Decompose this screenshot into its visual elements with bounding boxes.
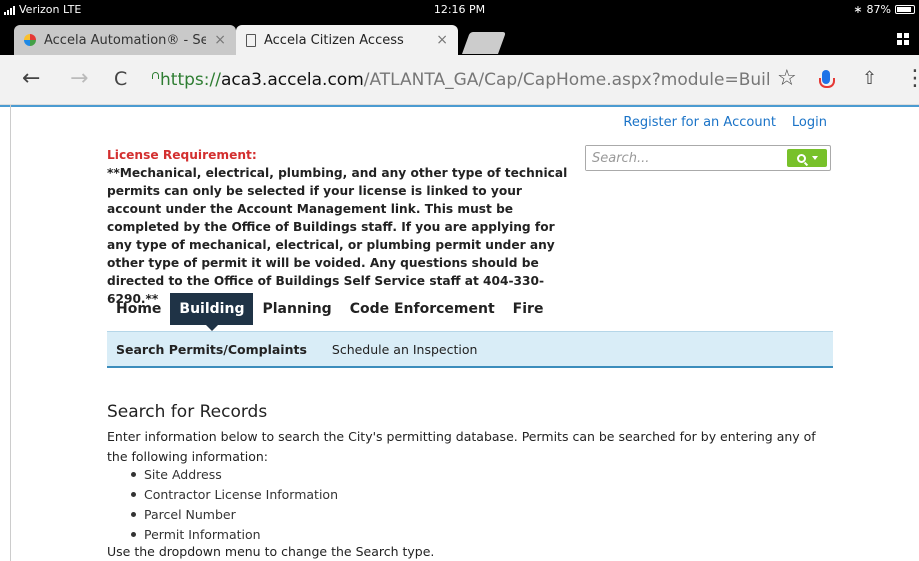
main-nav: Home Building Planning Code Enforcement … [107,293,553,331]
back-icon[interactable]: ← [22,67,40,91]
tab-switcher-icon[interactable] [897,33,909,45]
outro-text: Use the dropdown menu to change the Sear… [107,544,435,559]
microphone-icon[interactable] [819,70,835,88]
list-item: Contractor License Information [131,485,338,505]
close-icon[interactable]: × [436,32,448,48]
new-tab-button[interactable] [461,32,507,54]
document-icon [246,33,256,47]
register-link[interactable]: Register for an Account [623,115,776,130]
tab-strip: Accela Automation® - Secur × Accela Citi… [0,20,919,55]
reload-icon[interactable]: C [114,67,127,91]
search-criteria-list: Site Address Contractor License Informat… [131,465,338,545]
global-search [585,145,831,171]
page-title: Search for Records [107,402,268,422]
forward-icon[interactable]: → [70,67,88,91]
clock: 12:16 PM [433,3,486,16]
browser-toolbar: ← → C https://aca3.accela.com/ATLANTA_GA… [0,55,919,105]
list-item: Permit Information [131,525,338,545]
battery-percent: 87% [866,3,891,16]
subnav-schedule-inspection[interactable]: Schedule an Inspection [332,342,478,357]
page-left-border [10,105,11,561]
tab-title: Accela Automation® - Secur [44,32,207,48]
status-right: ∗ 87% [853,3,915,16]
search-button[interactable] [787,149,827,167]
accela-favicon-icon [24,34,36,46]
license-notice: License Requirement: **Mechanical, elect… [107,146,577,308]
bluetooth-icon: ∗ [853,3,863,16]
nav-fire[interactable]: Fire [504,293,553,325]
address-bar[interactable]: https://aca3.accela.com/ATLANTA_GA/Cap/C… [150,63,770,97]
tab-accela-citizen-access[interactable]: Accela Citizen Access × [236,25,458,55]
menu-icon[interactable]: ⋮ [904,67,919,91]
header-links: Register for an Account Login [623,115,827,130]
subnav-search-permits[interactable]: Search Permits/Complaints [116,342,307,357]
star-icon[interactable]: ☆ [777,67,797,91]
caret-down-icon [811,156,818,160]
nav-home[interactable]: Home [107,293,170,325]
notice-title: License Requirement: [107,148,257,162]
nav-code-enforcement[interactable]: Code Enforcement [341,293,504,325]
status-bar: Verizon LTE 12:16 PM ∗ 87% [0,0,919,20]
search-icon [796,153,806,163]
battery-fill [897,7,911,12]
nav-planning[interactable]: Planning [253,293,340,325]
nav-building[interactable]: Building [170,293,254,331]
notice-body: **Mechanical, electrical, plumbing, and … [107,166,568,306]
close-icon[interactable]: × [214,32,226,48]
tab-title: Accela Citizen Access [264,32,404,48]
url-host: aca3.accela.com [220,70,364,90]
web-page: Register for an Account Login License Re… [0,105,919,561]
url-scheme: https:// [160,70,221,90]
intro-text: Enter information below to search the Ci… [107,429,816,464]
list-item: Parcel Number [131,505,338,525]
page-top-border [0,105,919,107]
share-icon[interactable]: ⇧ [862,67,877,91]
url-path: /ATLANTA_GA/Cap/CapHome.aspx?module=Buil… [363,70,770,90]
list-item: Site Address [131,465,338,485]
login-link[interactable]: Login [792,115,827,130]
battery-icon [895,5,915,14]
search-input[interactable] [586,146,776,170]
sub-nav: Search Permits/Complaints Schedule an In… [107,331,833,368]
tab-accela-automation[interactable]: Accela Automation® - Secur × [14,25,236,55]
